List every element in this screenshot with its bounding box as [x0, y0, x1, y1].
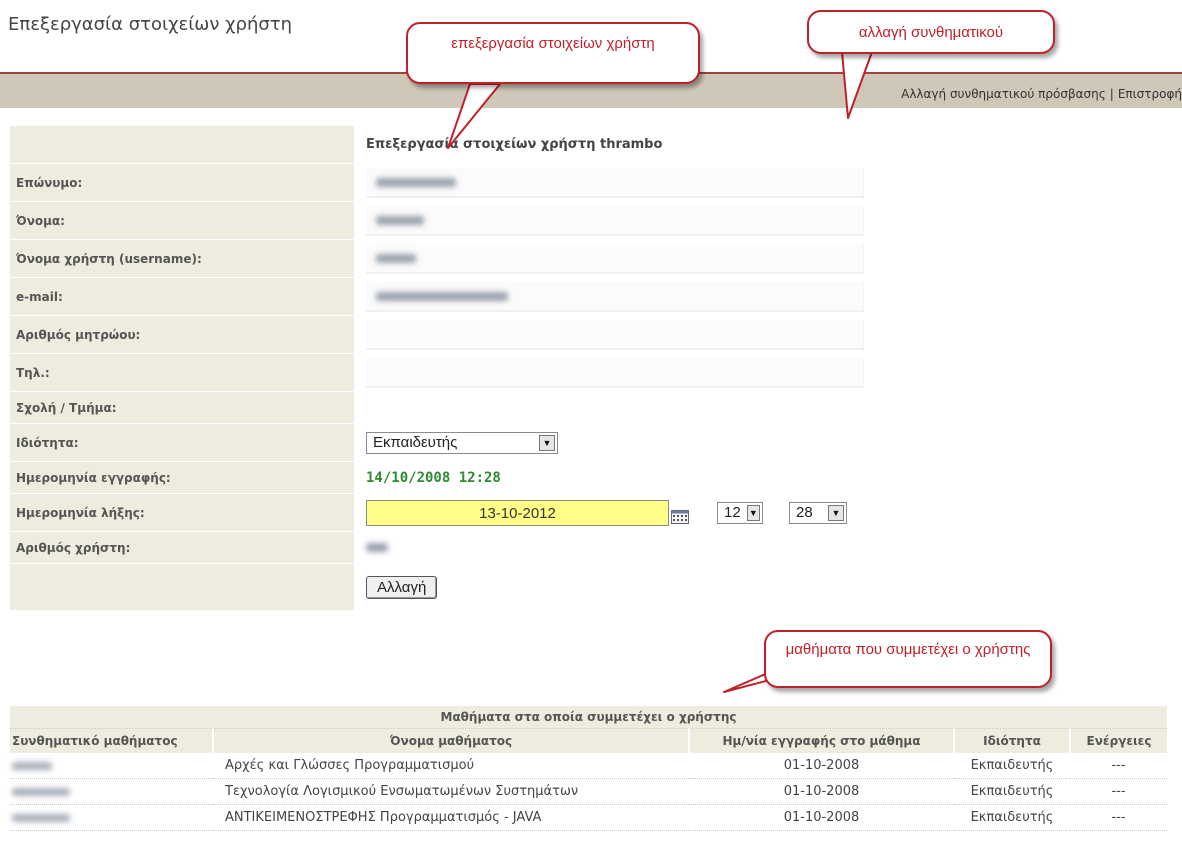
registration-date-value: 14/10/2008 12:28: [366, 469, 501, 486]
column-header-name: Όνομα μαθήματος: [212, 728, 689, 753]
phone-field[interactable]: [366, 357, 864, 388]
role-label: Ιδιότητα:: [10, 424, 354, 462]
chevron-down-icon: ▼: [828, 504, 844, 521]
course-role: Εκπαιδευτής: [954, 753, 1070, 779]
registration-date-label: Ημερομηνία εγγραφής:: [10, 462, 354, 494]
course-date: 01-10-2008: [689, 778, 954, 805]
user-edit-form: Επεξεργασία στοιχείων χρήστη thrambo Επώ…: [10, 126, 1182, 611]
form-heading: Επεξεργασία στοιχείων χρήστη thrambo: [366, 137, 663, 152]
expiry-date-input[interactable]: 13-10-2012: [366, 499, 669, 526]
role-select-value: Εκπαιδευτής: [373, 434, 458, 451]
table-row: ΑΝΤΙΚΕΙΜΕΝΟΣΤΡΕΦΗΣ Προγραμματισμός - JAV…: [10, 804, 1167, 831]
course-name: Αρχές και Γλώσσες Προγραμματισμού: [213, 753, 689, 779]
course-actions: ---: [1070, 804, 1167, 831]
course-role: Εκπαιδευτής: [954, 778, 1070, 805]
expiry-date-label: Ημερομηνία λήξης:: [10, 494, 354, 532]
page-title: Επεξεργασία στοιχείων χρήστη: [8, 14, 293, 35]
form-heading-label-cell: [10, 126, 354, 164]
back-link[interactable]: Επιστροφή: [1118, 87, 1182, 101]
user-number-value: [366, 542, 388, 552]
column-header-role: Ιδιότητα: [953, 728, 1070, 753]
table-row: Αρχές και Γλώσσες Προγραμματισμού 01-10-…: [10, 753, 1167, 779]
change-password-link[interactable]: Αλλαγή συνθηματικού πρόσβασης: [901, 87, 1106, 101]
course-name: Τεχνολογία Λογισμικού Ενσωματωμένων Συστ…: [213, 778, 689, 805]
surname-field[interactable]: [366, 167, 864, 198]
calendar-icon[interactable]: [671, 509, 689, 524]
school-label: Σχολή / Τμήμα:: [10, 392, 354, 424]
email-field[interactable]: [366, 281, 864, 312]
role-select[interactable]: Εκπαιδευτής ▼: [366, 431, 558, 454]
registry-number-field[interactable]: [366, 319, 864, 350]
surname-label: Επώνυμο:: [10, 164, 354, 202]
nav-links: Αλλαγή συνθηματικού πρόσβασης | Επιστροφή: [901, 87, 1182, 101]
expiry-minute-value: 28: [796, 504, 813, 521]
course-date: 01-10-2008: [689, 804, 954, 831]
email-label: e-mail:: [10, 278, 354, 316]
course-code: [12, 813, 70, 822]
chevron-down-icon: ▼: [746, 504, 760, 521]
courses-caption: Μαθήματα στα οποία συμμετέχει ο χρήστης: [10, 706, 1167, 729]
column-header-date: Ημ/νία εγγραφής στο μάθημα: [688, 728, 954, 753]
chevron-down-icon: ▼: [539, 434, 555, 451]
callout-edit-details: επεξεργασία στοιχείων χρήστη: [406, 22, 700, 84]
name-field[interactable]: [366, 205, 864, 236]
course-code: [12, 787, 70, 796]
expiry-hour-select[interactable]: 12 ▼: [717, 501, 763, 524]
course-name: ΑΝΤΙΚΕΙΜΕΝΟΣΤΡΕΦΗΣ Προγραμματισμός - JAV…: [213, 804, 689, 831]
column-header-actions: Ενέργειες: [1069, 728, 1167, 753]
expiry-minute-select[interactable]: 28 ▼: [789, 501, 847, 524]
submit-button[interactable]: Αλλαγή: [366, 575, 438, 599]
registry-number-label: Αριθμός μητρώου:: [10, 316, 354, 354]
nav-separator: |: [1109, 87, 1114, 101]
callout-change-password: αλλαγή συνθηματικού: [807, 10, 1055, 54]
course-actions: ---: [1070, 778, 1167, 805]
column-header-code: Συνθηματικό μαθήματος: [10, 728, 213, 753]
course-actions: ---: [1070, 753, 1167, 779]
callout-courses: μαθήματα που συμμετέχει ο χρήστης: [764, 630, 1052, 688]
course-date: 01-10-2008: [689, 753, 954, 779]
user-number-label: Αριθμός χρήστη:: [10, 532, 354, 564]
username-field[interactable]: [366, 243, 864, 274]
name-label: Όνομα:: [10, 202, 354, 240]
phone-label: Τηλ.:: [10, 354, 354, 392]
username-label: Όνομα χρήστη (username):: [10, 240, 354, 278]
courses-table: Μαθήματα στα οποία συμμετέχει ο χρήστης …: [10, 706, 1167, 831]
school-value: [354, 392, 1182, 424]
course-code: [12, 761, 52, 770]
course-role: Εκπαιδευτής: [954, 804, 1070, 831]
expiry-hour-value: 12: [724, 504, 741, 521]
submit-label-cell: [10, 564, 354, 611]
table-row: Τεχνολογία Λογισμικού Ενσωματωμένων Συστ…: [10, 778, 1167, 805]
